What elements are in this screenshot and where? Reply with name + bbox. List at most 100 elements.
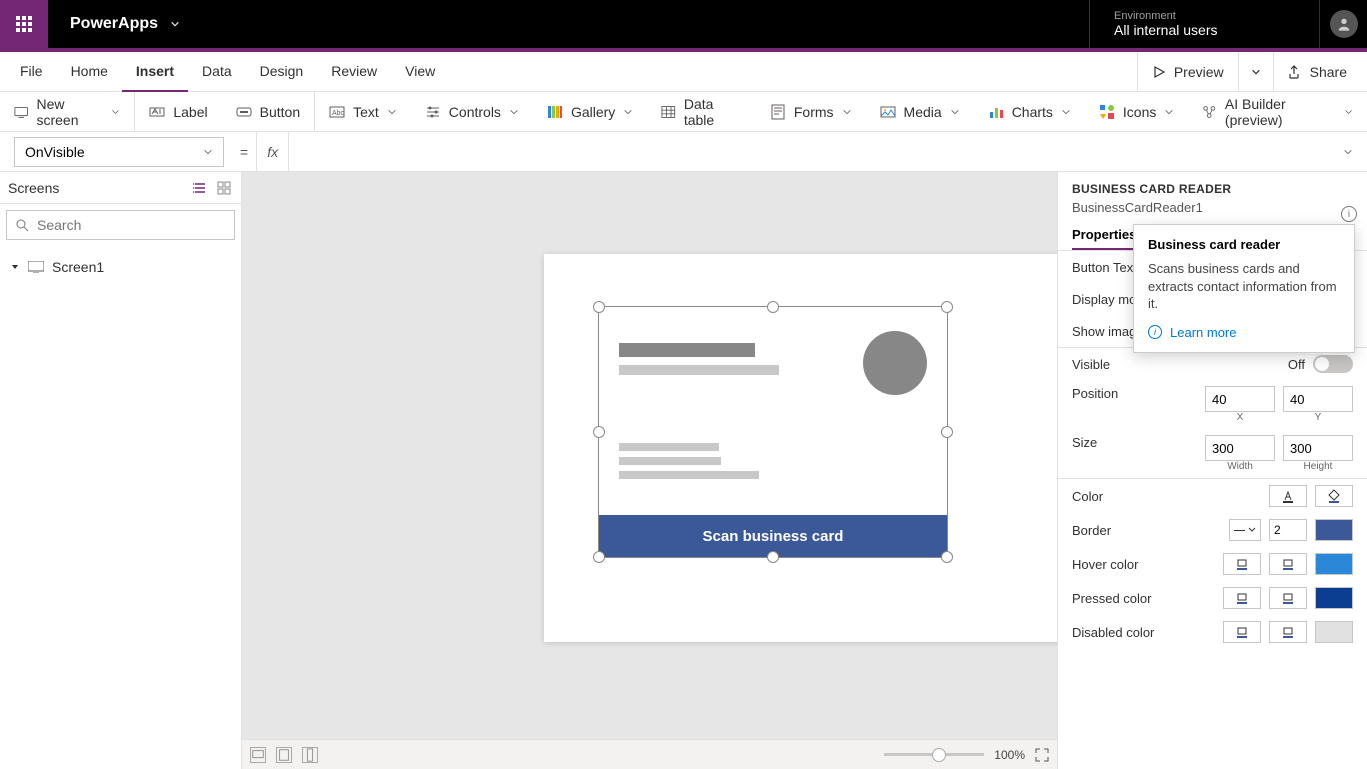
fill-color-button[interactable] <box>1315 485 1353 507</box>
canvas[interactable]: Scan business card <box>242 172 1057 739</box>
tooltip-learn-more-link[interactable]: i Learn more <box>1148 325 1340 340</box>
menu-home[interactable]: Home <box>57 52 122 92</box>
tree-search-input[interactable]: Search <box>6 210 235 240</box>
device-tablet-icon[interactable] <box>276 747 292 763</box>
resize-handle[interactable] <box>593 301 605 313</box>
account-button[interactable] <box>1319 0 1367 48</box>
menu-data[interactable]: Data <box>188 52 246 92</box>
app-name[interactable]: PowerApps <box>48 0 202 48</box>
collapse-icon[interactable] <box>10 262 20 272</box>
position-y-input[interactable] <box>1283 386 1353 412</box>
business-card-reader-control[interactable]: Scan business card <box>598 306 948 558</box>
size-height-input[interactable] <box>1283 435 1353 461</box>
resize-handle[interactable] <box>593 426 605 438</box>
pressed-fill-color[interactable] <box>1269 587 1307 609</box>
tree-list-icon[interactable] <box>193 181 207 195</box>
toggle-label: Off <box>1288 357 1305 372</box>
tab-properties[interactable]: Properties <box>1072 227 1136 250</box>
position-x-input[interactable] <box>1205 386 1275 412</box>
tree-search-placeholder: Search <box>37 217 81 233</box>
resize-handle[interactable] <box>767 301 779 313</box>
tree-item-screen1[interactable]: Screen1 <box>0 252 241 282</box>
prop-hover-color: Hover color <box>1058 547 1367 581</box>
menu-insert[interactable]: Insert <box>122 52 188 92</box>
menu-view[interactable]: View <box>391 52 449 92</box>
disabled-fill-color[interactable] <box>1269 621 1307 643</box>
menu-design[interactable]: Design <box>246 52 318 92</box>
resize-handle[interactable] <box>593 551 605 563</box>
ribbon-gallery[interactable]: Gallery <box>533 92 647 131</box>
tree-grid-icon[interactable] <box>217 181 231 195</box>
resize-handle[interactable] <box>941 426 953 438</box>
border-style-select[interactable] <box>1229 519 1261 541</box>
size-height-label: Height <box>1283 461 1353 472</box>
resize-handle[interactable] <box>941 551 953 563</box>
chevron-down-icon <box>1343 147 1353 157</box>
panel-title: BUSINESS CARD READER <box>1072 182 1353 196</box>
hover-border-color[interactable] <box>1315 553 1353 575</box>
ribbon-forms[interactable]: Forms <box>756 92 866 131</box>
environment-picker[interactable]: Environment All internal users <box>1089 0 1319 48</box>
ribbon-media[interactable]: Media <box>866 92 974 131</box>
border-color-swatch[interactable] <box>1315 519 1353 541</box>
app-launcher[interactable] <box>0 0 48 48</box>
ribbon-label[interactable]: Label <box>135 92 221 131</box>
chevron-down-icon <box>950 107 960 117</box>
preview-dropdown[interactable] <box>1238 52 1273 91</box>
status-bar: 100% <box>242 739 1057 769</box>
menu-review[interactable]: Review <box>317 52 391 92</box>
text-icon: Abc <box>329 104 345 120</box>
menu-bar: File Home Insert Data Design Review View… <box>0 52 1367 92</box>
ribbon-datatable[interactable]: Data table <box>647 92 756 131</box>
disabled-text-color[interactable] <box>1223 621 1261 643</box>
prop-label: Color <box>1072 489 1103 504</box>
ribbon-icons[interactable]: Icons <box>1085 92 1188 131</box>
tree-header-label: Screens <box>8 180 59 196</box>
ribbon-button[interactable]: Button <box>222 92 315 131</box>
screen-icon <box>28 261 44 273</box>
tree-header: Screens <box>0 172 241 204</box>
visible-toggle[interactable] <box>1313 355 1353 373</box>
chevron-down-icon <box>387 107 397 117</box>
info-icon[interactable]: i <box>1341 206 1357 222</box>
share-icon <box>1288 65 1302 79</box>
fullscreen-icon[interactable] <box>1035 748 1049 762</box>
formula-expand[interactable] <box>1329 147 1367 157</box>
device-desktop-icon[interactable] <box>250 747 266 763</box>
ribbon-ai-builder[interactable]: AI Builder (preview) <box>1188 92 1367 131</box>
info-icon: i <box>1148 325 1162 339</box>
chevron-down-icon <box>1164 107 1174 117</box>
border-width-input[interactable] <box>1269 519 1307 541</box>
ribbon-charts[interactable]: Charts <box>974 92 1085 131</box>
ribbon-controls[interactable]: Controls <box>411 92 533 131</box>
device-phone-icon[interactable] <box>302 747 318 763</box>
zoom-slider[interactable] <box>884 753 984 756</box>
chevron-down-icon <box>111 107 120 117</box>
svg-text:Abc: Abc <box>332 110 345 117</box>
hover-text-color[interactable] <box>1223 553 1261 575</box>
text-color-button[interactable] <box>1269 485 1307 507</box>
resize-handle[interactable] <box>941 301 953 313</box>
card-preview <box>609 317 937 481</box>
prop-color: Color <box>1058 479 1367 513</box>
ribbon: New screen Label Button Abc Text Control… <box>0 92 1367 132</box>
pressed-border-color[interactable] <box>1315 587 1353 609</box>
chevron-down-icon <box>170 19 180 29</box>
resize-handle[interactable] <box>767 551 779 563</box>
ribbon-text[interactable]: Abc Text <box>315 92 411 131</box>
preview-button[interactable]: Preview <box>1137 52 1238 91</box>
property-selector[interactable]: OnVisible <box>14 137 224 167</box>
share-button[interactable]: Share <box>1273 52 1361 91</box>
ribbon-new-screen[interactable]: New screen <box>0 92 135 131</box>
menu-file[interactable]: File <box>6 52 57 92</box>
formula-input[interactable] <box>289 132 1329 171</box>
media-icon <box>880 104 896 120</box>
disabled-border-color[interactable] <box>1315 621 1353 643</box>
size-width-input[interactable] <box>1205 435 1275 461</box>
property-selector-value: OnVisible <box>25 144 85 160</box>
prop-position: Position X Y <box>1058 380 1367 429</box>
properties-panel: BUSINESS CARD READER BusinessCardReader1… <box>1057 172 1367 769</box>
top-bar: PowerApps Environment All internal users <box>0 0 1367 48</box>
hover-fill-color[interactable] <box>1269 553 1307 575</box>
pressed-text-color[interactable] <box>1223 587 1261 609</box>
